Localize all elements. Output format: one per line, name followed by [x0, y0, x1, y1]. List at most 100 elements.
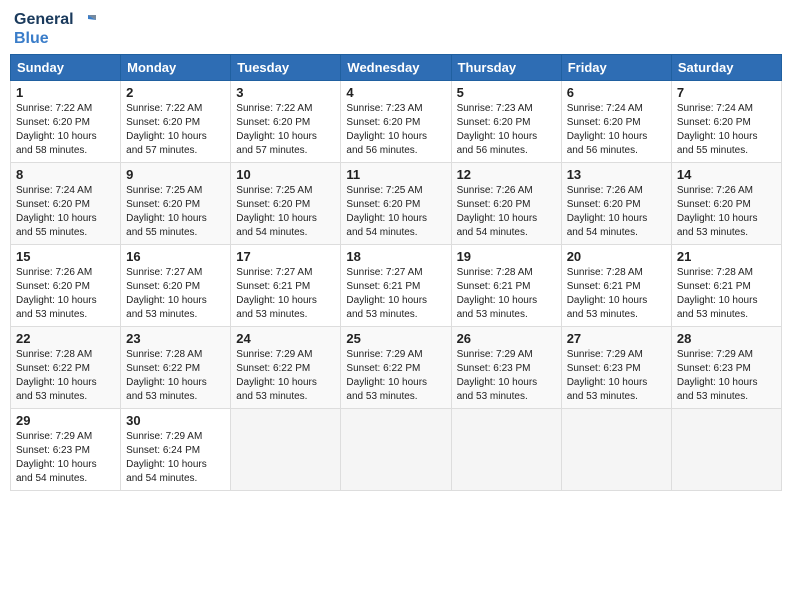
day-number: 26: [457, 331, 556, 346]
logo-line1: General: [14, 10, 96, 29]
day-number: 1: [16, 85, 115, 100]
day-info: Sunrise: 7:28 AM Sunset: 6:22 PM Dayligh…: [126, 348, 225, 404]
day-header-thursday: Thursday: [451, 55, 561, 81]
day-cell-29: 29 Sunrise: 7:29 AM Sunset: 6:23 PM Dayl…: [11, 409, 121, 491]
day-cell-15: 15 Sunrise: 7:26 AM Sunset: 6:20 PM Dayl…: [11, 245, 121, 327]
day-number: 3: [236, 85, 335, 100]
day-cell-4: 4 Sunrise: 7:23 AM Sunset: 6:20 PM Dayli…: [341, 81, 451, 163]
empty-cell: [671, 409, 781, 491]
day-info: Sunrise: 7:24 AM Sunset: 6:20 PM Dayligh…: [677, 102, 776, 158]
day-number: 17: [236, 249, 335, 264]
day-cell-12: 12 Sunrise: 7:26 AM Sunset: 6:20 PM Dayl…: [451, 163, 561, 245]
day-cell-2: 2 Sunrise: 7:22 AM Sunset: 6:20 PM Dayli…: [121, 81, 231, 163]
day-number: 24: [236, 331, 335, 346]
day-header-saturday: Saturday: [671, 55, 781, 81]
day-number: 6: [567, 85, 666, 100]
day-cell-8: 8 Sunrise: 7:24 AM Sunset: 6:20 PM Dayli…: [11, 163, 121, 245]
day-info: Sunrise: 7:29 AM Sunset: 6:23 PM Dayligh…: [567, 348, 666, 404]
day-cell-13: 13 Sunrise: 7:26 AM Sunset: 6:20 PM Dayl…: [561, 163, 671, 245]
day-info: Sunrise: 7:28 AM Sunset: 6:21 PM Dayligh…: [677, 266, 776, 322]
day-cell-19: 19 Sunrise: 7:28 AM Sunset: 6:21 PM Dayl…: [451, 245, 561, 327]
day-header-tuesday: Tuesday: [231, 55, 341, 81]
day-info: Sunrise: 7:24 AM Sunset: 6:20 PM Dayligh…: [567, 102, 666, 158]
day-cell-14: 14 Sunrise: 7:26 AM Sunset: 6:20 PM Dayl…: [671, 163, 781, 245]
day-cell-23: 23 Sunrise: 7:28 AM Sunset: 6:22 PM Dayl…: [121, 327, 231, 409]
empty-cell: [341, 409, 451, 491]
day-info: Sunrise: 7:29 AM Sunset: 6:23 PM Dayligh…: [677, 348, 776, 404]
day-info: Sunrise: 7:26 AM Sunset: 6:20 PM Dayligh…: [457, 184, 556, 240]
logo-line2: Blue: [14, 29, 96, 48]
day-cell-21: 21 Sunrise: 7:28 AM Sunset: 6:21 PM Dayl…: [671, 245, 781, 327]
day-number: 25: [346, 331, 445, 346]
day-number: 7: [677, 85, 776, 100]
day-number: 28: [677, 331, 776, 346]
day-info: Sunrise: 7:24 AM Sunset: 6:20 PM Dayligh…: [16, 184, 115, 240]
calendar-week-4: 22 Sunrise: 7:28 AM Sunset: 6:22 PM Dayl…: [11, 327, 782, 409]
day-cell-30: 30 Sunrise: 7:29 AM Sunset: 6:24 PM Dayl…: [121, 409, 231, 491]
day-info: Sunrise: 7:27 AM Sunset: 6:21 PM Dayligh…: [236, 266, 335, 322]
day-header-sunday: Sunday: [11, 55, 121, 81]
day-cell-9: 9 Sunrise: 7:25 AM Sunset: 6:20 PM Dayli…: [121, 163, 231, 245]
calendar-week-3: 15 Sunrise: 7:26 AM Sunset: 6:20 PM Dayl…: [11, 245, 782, 327]
logo-bird-icon: [78, 11, 96, 29]
calendar-week-2: 8 Sunrise: 7:24 AM Sunset: 6:20 PM Dayli…: [11, 163, 782, 245]
day-number: 21: [677, 249, 776, 264]
day-cell-28: 28 Sunrise: 7:29 AM Sunset: 6:23 PM Dayl…: [671, 327, 781, 409]
day-number: 23: [126, 331, 225, 346]
day-info: Sunrise: 7:29 AM Sunset: 6:23 PM Dayligh…: [16, 430, 115, 486]
day-number: 10: [236, 167, 335, 182]
empty-cell: [561, 409, 671, 491]
day-number: 9: [126, 167, 225, 182]
day-cell-24: 24 Sunrise: 7:29 AM Sunset: 6:22 PM Dayl…: [231, 327, 341, 409]
day-cell-5: 5 Sunrise: 7:23 AM Sunset: 6:20 PM Dayli…: [451, 81, 561, 163]
day-number: 12: [457, 167, 556, 182]
day-number: 4: [346, 85, 445, 100]
day-info: Sunrise: 7:25 AM Sunset: 6:20 PM Dayligh…: [236, 184, 335, 240]
day-cell-16: 16 Sunrise: 7:27 AM Sunset: 6:20 PM Dayl…: [121, 245, 231, 327]
logo: General Blue: [14, 10, 96, 48]
day-number: 18: [346, 249, 445, 264]
day-info: Sunrise: 7:22 AM Sunset: 6:20 PM Dayligh…: [236, 102, 335, 158]
day-cell-26: 26 Sunrise: 7:29 AM Sunset: 6:23 PM Dayl…: [451, 327, 561, 409]
day-cell-3: 3 Sunrise: 7:22 AM Sunset: 6:20 PM Dayli…: [231, 81, 341, 163]
day-info: Sunrise: 7:29 AM Sunset: 6:22 PM Dayligh…: [346, 348, 445, 404]
day-info: Sunrise: 7:29 AM Sunset: 6:24 PM Dayligh…: [126, 430, 225, 486]
day-number: 13: [567, 167, 666, 182]
day-cell-7: 7 Sunrise: 7:24 AM Sunset: 6:20 PM Dayli…: [671, 81, 781, 163]
day-number: 19: [457, 249, 556, 264]
calendar-header-row: SundayMondayTuesdayWednesdayThursdayFrid…: [11, 55, 782, 81]
logo-container: General Blue: [14, 10, 96, 48]
day-number: 30: [126, 413, 225, 428]
day-cell-25: 25 Sunrise: 7:29 AM Sunset: 6:22 PM Dayl…: [341, 327, 451, 409]
day-cell-10: 10 Sunrise: 7:25 AM Sunset: 6:20 PM Dayl…: [231, 163, 341, 245]
calendar-table: SundayMondayTuesdayWednesdayThursdayFrid…: [10, 54, 782, 491]
day-info: Sunrise: 7:22 AM Sunset: 6:20 PM Dayligh…: [16, 102, 115, 158]
day-header-wednesday: Wednesday: [341, 55, 451, 81]
day-cell-1: 1 Sunrise: 7:22 AM Sunset: 6:20 PM Dayli…: [11, 81, 121, 163]
day-info: Sunrise: 7:28 AM Sunset: 6:21 PM Dayligh…: [567, 266, 666, 322]
day-number: 5: [457, 85, 556, 100]
day-cell-6: 6 Sunrise: 7:24 AM Sunset: 6:20 PM Dayli…: [561, 81, 671, 163]
day-cell-18: 18 Sunrise: 7:27 AM Sunset: 6:21 PM Dayl…: [341, 245, 451, 327]
day-number: 11: [346, 167, 445, 182]
page-header: General Blue: [10, 10, 782, 48]
day-number: 20: [567, 249, 666, 264]
day-info: Sunrise: 7:27 AM Sunset: 6:20 PM Dayligh…: [126, 266, 225, 322]
day-info: Sunrise: 7:25 AM Sunset: 6:20 PM Dayligh…: [346, 184, 445, 240]
day-number: 16: [126, 249, 225, 264]
day-info: Sunrise: 7:27 AM Sunset: 6:21 PM Dayligh…: [346, 266, 445, 322]
day-header-monday: Monday: [121, 55, 231, 81]
empty-cell: [231, 409, 341, 491]
day-number: 15: [16, 249, 115, 264]
day-cell-20: 20 Sunrise: 7:28 AM Sunset: 6:21 PM Dayl…: [561, 245, 671, 327]
day-info: Sunrise: 7:23 AM Sunset: 6:20 PM Dayligh…: [346, 102, 445, 158]
day-info: Sunrise: 7:26 AM Sunset: 6:20 PM Dayligh…: [567, 184, 666, 240]
day-info: Sunrise: 7:25 AM Sunset: 6:20 PM Dayligh…: [126, 184, 225, 240]
day-number: 22: [16, 331, 115, 346]
day-number: 27: [567, 331, 666, 346]
day-cell-27: 27 Sunrise: 7:29 AM Sunset: 6:23 PM Dayl…: [561, 327, 671, 409]
day-number: 14: [677, 167, 776, 182]
day-cell-22: 22 Sunrise: 7:28 AM Sunset: 6:22 PM Dayl…: [11, 327, 121, 409]
day-cell-11: 11 Sunrise: 7:25 AM Sunset: 6:20 PM Dayl…: [341, 163, 451, 245]
day-info: Sunrise: 7:28 AM Sunset: 6:21 PM Dayligh…: [457, 266, 556, 322]
